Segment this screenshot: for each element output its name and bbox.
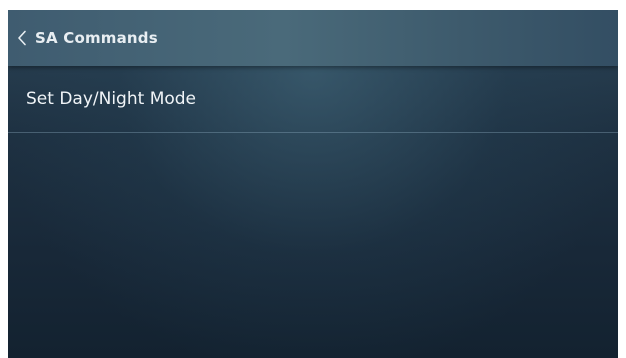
back-button[interactable]	[8, 10, 35, 66]
command-list: Set Day/Night Mode	[8, 66, 618, 133]
header-bar: SA Commands	[8, 10, 618, 66]
list-item-set-day-night-mode[interactable]: Set Day/Night Mode	[8, 66, 618, 133]
screen: SA Commands Set Day/Night Mode	[8, 10, 618, 358]
list-item-label: Set Day/Night Mode	[26, 89, 197, 109]
chevron-left-icon	[17, 30, 27, 46]
page-title: SA Commands	[35, 29, 158, 47]
